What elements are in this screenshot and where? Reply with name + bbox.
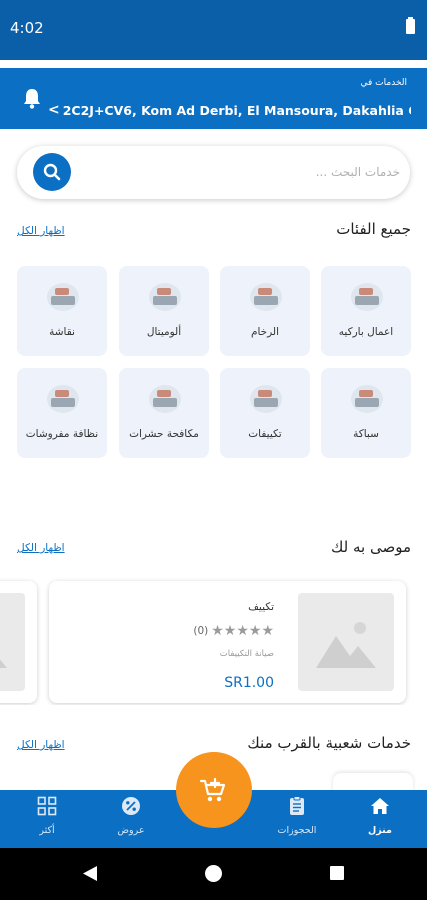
recommended-show-all-link[interactable]: اظهار الكل	[17, 542, 65, 554]
category-image	[351, 283, 383, 311]
category-image	[250, 385, 282, 413]
nav-offers[interactable]: عروض	[101, 790, 161, 848]
service-name: تكييف	[248, 601, 274, 613]
nav-more-label: أكثر	[39, 825, 55, 836]
nav-bookings-label: الحجوزات	[277, 825, 317, 836]
category-aluminum[interactable]: ألوميتال	[119, 266, 209, 356]
recommended-title: موصى به لك	[331, 538, 411, 556]
service-rating: (0) ★★★★★	[193, 623, 274, 639]
service-card-partial[interactable]	[0, 581, 37, 703]
rating-stars: ★★★★★	[211, 623, 274, 639]
system-navigation-bar	[0, 848, 427, 900]
clipboard-icon	[290, 796, 304, 815]
category-label: اعمال باركيه	[338, 326, 394, 338]
nearby-title: خدمات شعبية بالقرب منك	[247, 734, 411, 752]
categories-show-all-link[interactable]: اظهار الكل	[17, 225, 65, 237]
category-image	[149, 283, 181, 311]
image-placeholder-icon	[0, 659, 7, 668]
location-selector[interactable]: < 2C2J+CV6, Kom Ad Derbi, El Mansoura, D…	[48, 100, 411, 120]
category-upholstery-cleaning[interactable]: نظافة مفروشات	[17, 368, 107, 458]
category-label: ألوميتال	[146, 326, 182, 338]
home-circle-icon[interactable]	[205, 865, 222, 882]
search-bar	[17, 146, 410, 199]
chevron-left-icon: <	[48, 102, 60, 118]
rating-count: (0)	[193, 625, 209, 637]
category-image	[47, 283, 79, 311]
status-bar: 4:02	[0, 0, 427, 60]
service-image	[298, 593, 394, 691]
category-plumbing[interactable]: سباكة	[321, 368, 411, 458]
cart-add-icon	[199, 777, 226, 802]
nav-more[interactable]: أكثر	[17, 790, 77, 848]
service-subtitle: صيانة التكييفات	[219, 649, 274, 659]
category-label: الرخام	[250, 326, 280, 338]
nav-offers-label: عروض	[117, 825, 145, 836]
service-price: SR1.00	[224, 675, 274, 691]
image-placeholder-icon	[316, 622, 376, 668]
service-card[interactable]: تكييف (0) ★★★★★ صيانة التكييفات SR1.00	[49, 581, 406, 703]
category-parquet[interactable]: اعمال باركيه	[321, 266, 411, 356]
nav-bookings[interactable]: الحجوزات	[267, 790, 327, 848]
recent-apps-icon[interactable]	[330, 866, 344, 880]
status-time: 4:02	[10, 19, 44, 37]
nearby-show-all-link[interactable]: اظهار الكل	[17, 739, 65, 751]
category-marble[interactable]: الرخام	[220, 266, 310, 356]
percent-badge-icon	[122, 797, 140, 815]
grid-icon	[37, 796, 57, 816]
location-header: الخدمات في < 2C2J+CV6, Kom Ad Derbi, El …	[0, 68, 427, 129]
category-label: تكييفات	[248, 428, 282, 440]
service-image	[0, 593, 25, 691]
category-image	[250, 283, 282, 311]
category-air-conditioning[interactable]: تكييفات	[220, 368, 310, 458]
recommended-carousel[interactable]: تكييف (0) ★★★★★ صيانة التكييفات SR1.00	[0, 575, 427, 705]
category-image	[149, 385, 181, 413]
location-label: الخدمات في	[360, 78, 407, 88]
search-icon	[43, 163, 61, 181]
bell-icon[interactable]	[22, 87, 42, 113]
back-icon[interactable]	[82, 865, 98, 882]
nav-home-label: منزل	[368, 825, 392, 836]
category-pest-control[interactable]: مكافحة حشرات	[119, 368, 209, 458]
location-address: 2C2J+CV6, Kom Ad Derbi, El Mansoura, Dak…	[62, 102, 411, 118]
nav-home[interactable]: منزل	[350, 790, 410, 848]
category-image	[351, 385, 383, 413]
battery-icon	[406, 17, 415, 34]
category-painting[interactable]: نقاشة	[17, 266, 107, 356]
category-label: سباكة	[353, 428, 379, 440]
cart-fab-button[interactable]	[176, 752, 252, 828]
home-icon	[371, 798, 389, 814]
search-button[interactable]	[33, 153, 71, 191]
search-input[interactable]	[87, 156, 400, 188]
categories-title: جميع الفئات	[336, 220, 411, 238]
category-label: نظافة مفروشات	[25, 428, 99, 440]
category-image	[47, 385, 79, 413]
category-label: نقاشة	[49, 326, 75, 338]
category-label: مكافحة حشرات	[129, 428, 199, 440]
